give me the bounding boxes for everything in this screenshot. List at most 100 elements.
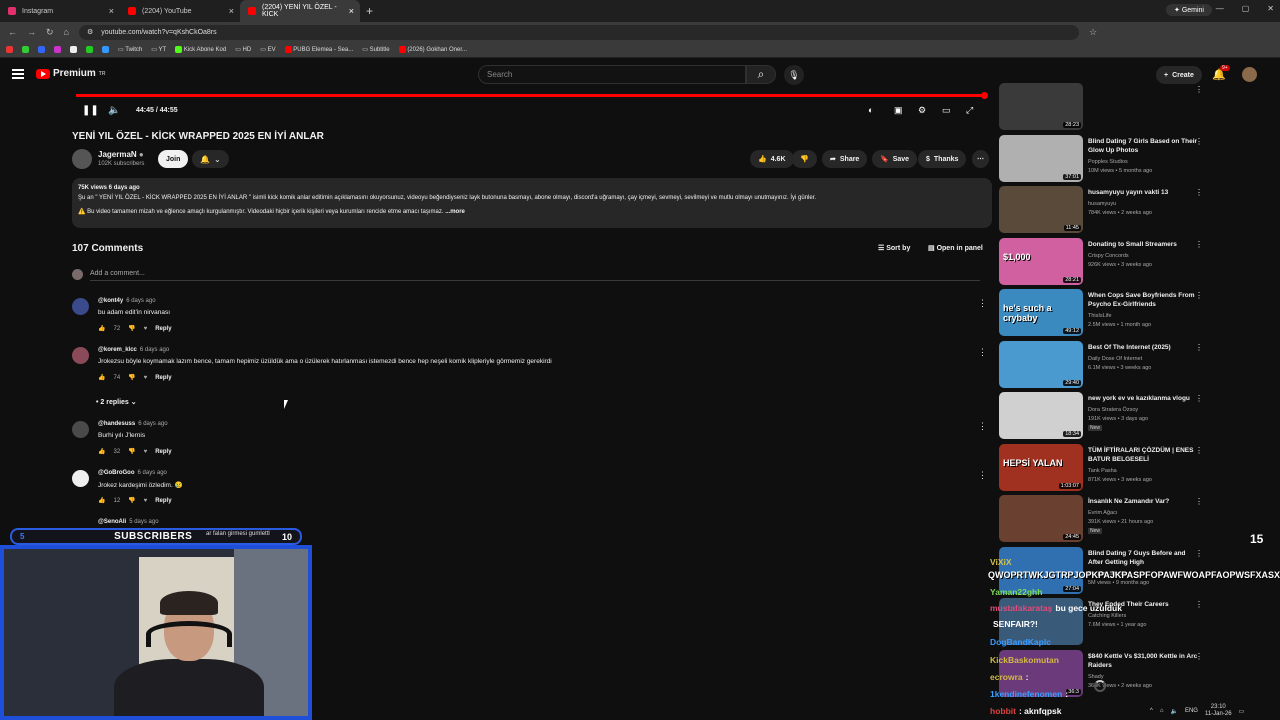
youtube-logo[interactable]: Premium TR <box>36 68 105 79</box>
voice-search-button[interactable]: 🎙 <box>784 65 804 85</box>
bookmark-kick[interactable]: Kick Abone Kod <box>175 45 226 53</box>
forward-icon[interactable]: → <box>27 27 36 37</box>
like-icon[interactable]: 👍 <box>98 448 105 455</box>
video-menu-icon[interactable]: ⋮ <box>1195 85 1203 94</box>
bookmark-icon[interactable] <box>22 46 29 53</box>
video-title[interactable]: Best Of The Internet (2025) <box>1088 343 1200 352</box>
new-tab-button[interactable]: + <box>366 4 373 18</box>
reload-icon[interactable]: ↻ <box>46 27 54 38</box>
bookmark-twitch[interactable]: ▭ Twitch <box>118 46 142 53</box>
bookmark-subtitle[interactable]: ▭ Subtitle <box>362 46 389 53</box>
home-icon[interactable]: ⌂ <box>64 27 69 37</box>
like-icon[interactable]: 👍 <box>98 325 105 332</box>
video-channel[interactable]: Tank Pasha <box>1088 468 1117 474</box>
more-actions-button[interactable]: ⋯ <box>972 150 989 168</box>
like-icon[interactable]: 👍 <box>98 497 105 504</box>
recommended-video[interactable]: 28:23 ⋮ <box>999 83 1209 131</box>
bookmark-icon[interactable] <box>38 46 45 53</box>
close-icon[interactable]: × <box>349 6 354 16</box>
comment-avatar[interactable] <box>72 470 89 487</box>
bookmark-icon[interactable] <box>6 46 13 53</box>
video-menu-icon[interactable]: ⋮ <box>1195 497 1203 506</box>
url-field[interactable]: ⚙ youtube.com/watch?v=qKshCkOa8rs <box>78 24 1079 40</box>
reply-button[interactable]: Reply <box>155 326 171 332</box>
video-thumbnail[interactable]: 11:45 <box>999 186 1083 233</box>
comment-avatar[interactable] <box>72 421 89 438</box>
video-description[interactable]: 75K views 6 days ago Şu an " YENİ YIL ÖZ… <box>72 178 992 228</box>
video-channel[interactable]: husamyuyu <box>1088 201 1116 207</box>
maximize-icon[interactable]: ▢ <box>1242 4 1250 13</box>
video-menu-icon[interactable]: ⋮ <box>1195 652 1203 661</box>
comment-author[interactable]: @kont4y 6 days ago <box>98 298 156 304</box>
close-icon[interactable]: × <box>229 6 234 16</box>
reply-button[interactable]: Reply <box>155 498 171 504</box>
video-menu-icon[interactable]: ⋮ <box>1195 549 1203 558</box>
video-menu-icon[interactable]: ⋮ <box>1195 240 1203 249</box>
video-channel[interactable]: Crispy Concords <box>1088 253 1129 259</box>
dislike-icon[interactable]: 👎 <box>128 374 135 381</box>
extensions-icon[interactable]: ☆ <box>1089 27 1097 38</box>
video-title[interactable]: TÜM İFTİRALARI ÇÖZDÜM | ENES BATUR BELGE… <box>1088 446 1200 464</box>
video-thumbnail[interactable]: 37:01 <box>999 134 1083 182</box>
account-avatar[interactable] <box>1242 67 1257 82</box>
bookmark-icon[interactable] <box>86 46 93 53</box>
recommended-video[interactable]: 24:45 İnsanlık Ne Zamandır Var? Evrim Ağac… <box>999 495 1209 543</box>
bookmark-pubg[interactable]: PUBG Elemea - Sea... <box>284 45 353 53</box>
tab-youtube-home[interactable]: (2204) YouTube × <box>120 0 240 22</box>
comment-author[interactable]: @korem_klcc 6 days ago <box>98 347 169 353</box>
bookmark-ev[interactable]: ▭ EV <box>260 46 275 53</box>
like-button[interactable]: 👍 4.6K <box>750 150 794 168</box>
subscribed-bell-button[interactable]: 🔔 ⌄ <box>192 150 229 168</box>
create-button[interactable]: + Create <box>1156 66 1202 84</box>
volume-tray-icon[interactable]: 🔈 <box>1170 708 1177 715</box>
gemini-button[interactable]: ✦ Gemini <box>1166 4 1212 16</box>
video-thumbnail[interactable]: 24:45 <box>999 495 1083 542</box>
channel-name[interactable]: JagermaN ● <box>98 150 144 159</box>
recommended-video[interactable]: 18:34 new york ev ve kazıklanma vlogu Dora… <box>999 392 1209 440</box>
dislike-button[interactable]: 👎 <box>792 150 817 168</box>
video-menu-icon[interactable]: ⋮ <box>1195 600 1203 609</box>
bookmark-yt[interactable]: ▭ YT <box>151 46 166 53</box>
channel-avatar[interactable] <box>72 149 92 169</box>
video-progress-bar[interactable] <box>76 94 986 97</box>
video-menu-icon[interactable]: ⋮ <box>1195 343 1203 352</box>
like-icon[interactable]: 👍 <box>98 374 105 381</box>
recommended-video[interactable]: 11:45 husamyuyu yayın vakti 13 husamyuyu 78… <box>999 186 1209 234</box>
comment-menu-icon[interactable]: ⋮ <box>978 298 987 309</box>
video-channel[interactable]: Daily Dose Of Internet <box>1088 356 1142 362</box>
video-channel[interactable]: Popples Studios <box>1088 159 1128 165</box>
notification-center-icon[interactable]: ▭ <box>1239 708 1245 715</box>
video-thumbnail[interactable]: 28:23 <box>999 83 1083 130</box>
video-menu-icon[interactable]: ⋮ <box>1195 137 1203 146</box>
captions-icon[interactable]: ▣ <box>894 105 903 116</box>
comment-menu-icon[interactable]: ⋮ <box>978 421 987 432</box>
clock[interactable]: 23:10 11-Jan-26 <box>1205 704 1232 718</box>
video-thumbnail[interactable]: HEPSİ YALAN 1:03:07 <box>999 443 1083 491</box>
video-title[interactable]: Blind Dating 7 Guys Before and After Get… <box>1088 549 1200 567</box>
tab-instagram[interactable]: Instagram × <box>0 0 120 22</box>
video-menu-icon[interactable]: ⋮ <box>1195 291 1203 300</box>
video-title[interactable]: husamyuyu yayın vakti 13 <box>1088 188 1200 197</box>
comment-menu-icon[interactable]: ⋮ <box>978 347 987 358</box>
bookmark-icon[interactable] <box>70 46 77 53</box>
video-title[interactable]: İnsanlık Ne Zamandır Var? <box>1088 497 1200 506</box>
comment-author[interactable]: @handesuss 6 days ago <box>98 421 168 427</box>
back-icon[interactable]: ← <box>8 27 17 37</box>
minimize-icon[interactable]: — <box>1216 4 1224 13</box>
close-window-icon[interactable]: ✕ <box>1267 4 1274 13</box>
video-title[interactable]: When Cops Save Boyfriends From Psycho Ex… <box>1088 291 1200 309</box>
video-channel[interactable]: ThisIsLife <box>1088 313 1112 319</box>
autoplay-toggle-icon[interactable]: ◐ <box>868 105 873 115</box>
pause-icon[interactable]: ❚❚ <box>82 105 99 116</box>
search-button[interactable]: ⌕ <box>746 65 776 84</box>
comment-menu-icon[interactable]: ⋮ <box>978 470 987 481</box>
comment-author[interactable]: @GoBroGoo 6 days ago <box>98 470 167 476</box>
fullscreen-icon[interactable]: ⤢ <box>966 105 973 116</box>
view-replies-button[interactable]: • 2 replies ⌄ <box>96 398 137 406</box>
recommended-video[interactable]: he's such a crybaby 49:12 When Cops Save B… <box>999 289 1209 337</box>
video-thumbnail[interactable]: he's such a crybaby 49:12 <box>999 289 1083 336</box>
search-input[interactable]: Search <box>478 65 746 84</box>
recommended-video[interactable]: 29:40 Best Of The Internet (2025) Daily Do… <box>999 340 1209 389</box>
open-in-panel-button[interactable]: ▤ Open in panel <box>928 244 983 252</box>
video-menu-icon[interactable]: ⋮ <box>1195 446 1203 455</box>
